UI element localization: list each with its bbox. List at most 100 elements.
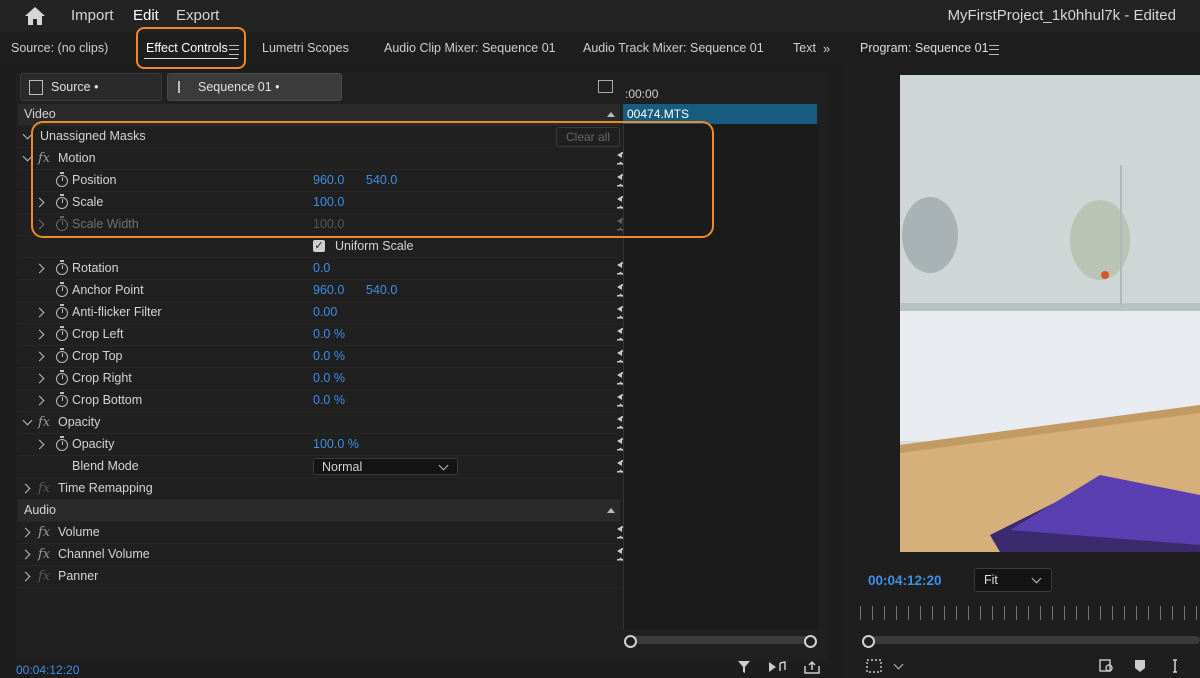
current-timecode[interactable]: 00:04:12:20 <box>16 663 79 677</box>
anchor-y-value[interactable]: 540.0 <box>366 280 397 301</box>
stopwatch-icon[interactable] <box>56 260 68 275</box>
collapse-up-icon[interactable] <box>607 112 615 117</box>
fx-icon[interactable]: fx <box>38 544 50 565</box>
timeline-ruler-time: :00:00 <box>625 87 659 101</box>
crop-top-value[interactable]: 0.0 % <box>313 346 345 367</box>
zoom-icon[interactable] <box>1099 659 1115 673</box>
opacity-value[interactable]: 100.0 % <box>313 434 359 455</box>
clip-icon <box>29 80 43 95</box>
fit-select[interactable]: Fit <box>974 568 1052 592</box>
chevron-right-icon[interactable] <box>34 351 45 362</box>
stopwatch-icon[interactable] <box>56 326 68 341</box>
chevron-right-icon[interactable] <box>34 395 45 406</box>
fx-icon[interactable]: fx <box>38 412 50 433</box>
anchor-point-label: Anchor Point <box>72 283 144 297</box>
chevron-right-icon[interactable] <box>34 373 45 384</box>
time-remapping-label: Time Remapping <box>58 481 153 495</box>
chevron-right-icon[interactable] <box>20 571 31 582</box>
audio-section-label: Audio <box>24 503 56 517</box>
program-timecode[interactable]: 00:04:12:20 <box>868 573 942 588</box>
home-icon[interactable] <box>24 6 46 26</box>
marker-icon[interactable] <box>1134 659 1146 673</box>
blend-mode-select[interactable]: Normal <box>313 458 458 475</box>
scroll-left-handle[interactable] <box>624 635 637 648</box>
timeline-scrollbar[interactable] <box>628 636 811 644</box>
crop-left-row: Crop Left 0.0 % <box>18 324 633 346</box>
stopwatch-icon[interactable] <box>56 436 68 451</box>
tab-lumetri-scopes[interactable]: Lumetri Scopes <box>262 32 349 64</box>
toggle-timeline-icon[interactable] <box>598 80 613 93</box>
timeline-ruler[interactable]: :00:00 <box>623 84 819 104</box>
anchor-x-value[interactable]: 960.0 <box>313 280 344 301</box>
scroll-right-handle[interactable] <box>804 635 817 648</box>
play-audio-icon[interactable] <box>768 660 788 674</box>
program-video-frame[interactable] <box>900 75 1200 552</box>
rotation-value[interactable]: 0.0 <box>313 258 330 279</box>
chevron-right-icon[interactable] <box>20 527 31 538</box>
program-time-ruler[interactable] <box>860 606 1200 620</box>
chevron-down-icon[interactable] <box>22 415 33 426</box>
stopwatch-icon[interactable] <box>56 392 68 407</box>
audio-section-header: Audio <box>18 500 620 522</box>
project-title: MyFirstProject_1k0hhul7k - Edited <box>947 7 1176 24</box>
rotation-label: Rotation <box>72 261 119 275</box>
antiflicker-value[interactable]: 0.00 <box>313 302 337 323</box>
crop-right-value[interactable]: 0.0 % <box>313 368 345 389</box>
crop-bottom-value[interactable]: 0.0 % <box>313 390 345 411</box>
panner-row: fx Panner <box>18 566 620 588</box>
safe-margins-icon[interactable] <box>866 659 882 673</box>
fx-icon[interactable]: fx <box>38 478 50 499</box>
filter-icon[interactable] <box>737 660 751 674</box>
tab-text[interactable]: Text <box>793 32 816 64</box>
opacity-effect-row: fx Opacity <box>18 412 633 434</box>
fx-icon[interactable]: fx <box>38 522 50 543</box>
tab-source[interactable]: Source: (no clips) <box>11 32 108 64</box>
sequence-icon <box>178 81 194 93</box>
uniform-scale-checkbox[interactable]: ✓ <box>313 240 325 252</box>
opacity-effect-label: Opacity <box>58 415 101 429</box>
crop-bottom-row: Crop Bottom 0.0 % <box>18 390 633 412</box>
program-zoom-scrollbar[interactable] <box>866 636 1200 644</box>
crop-left-value[interactable]: 0.0 % <box>313 324 345 345</box>
volume-row: fx Volume <box>18 522 633 544</box>
crop-top-label: Crop Top <box>72 349 123 363</box>
channel-volume-label: Channel Volume <box>58 547 150 561</box>
tab-audio-track-mixer[interactable]: Audio Track Mixer: Sequence 01 <box>583 32 764 64</box>
overflow-tabs-icon[interactable]: » <box>823 41 830 56</box>
time-remapping-row: fx Time Remapping <box>18 478 620 500</box>
chevron-right-icon[interactable] <box>20 549 31 560</box>
chevron-right-icon[interactable] <box>34 329 45 340</box>
crop-right-label: Crop Right <box>72 371 132 385</box>
collapse-up-icon[interactable] <box>607 508 615 513</box>
crop-top-row: Crop Top 0.0 % <box>18 346 633 368</box>
chevron-right-icon[interactable] <box>34 439 45 450</box>
stopwatch-icon[interactable] <box>56 304 68 319</box>
sequence-clip-tab[interactable]: Sequence 01 • 00474.MTS <box>167 73 342 120</box>
source-clip-tab[interactable]: Source • 00474.MTS <box>20 73 162 120</box>
program-menu-icon[interactable] <box>989 45 999 55</box>
crop-left-label: Crop Left <box>72 327 124 341</box>
channel-volume-row: fx Channel Volume <box>18 544 633 566</box>
fx-icon[interactable]: fx <box>38 566 50 587</box>
mark-in-icon[interactable] <box>1170 659 1180 673</box>
stopwatch-icon[interactable] <box>56 370 68 385</box>
chevron-right-icon[interactable] <box>34 263 45 274</box>
blend-mode-value: Normal <box>322 460 363 474</box>
uniform-scale-label: Uniform Scale <box>335 239 414 253</box>
anchor-point-row: Anchor Point 960.0 540.0 <box>18 280 633 302</box>
opacity-label: Opacity <box>72 437 115 451</box>
menu-import[interactable]: Import <box>71 0 114 32</box>
antiflicker-row: Anti-flicker Filter 0.00 <box>18 302 633 324</box>
program-scroll-handle[interactable] <box>862 635 875 648</box>
rotation-row: Rotation 0.0 <box>18 258 633 280</box>
crop-bottom-label: Crop Bottom <box>72 393 143 407</box>
effect-controls-tab-highlight <box>136 27 246 69</box>
chevron-right-icon[interactable] <box>20 483 31 494</box>
stopwatch-icon[interactable] <box>56 348 68 363</box>
motion-properties-highlight <box>31 121 714 238</box>
tab-audio-clip-mixer[interactable]: Audio Clip Mixer: Sequence 01 <box>384 32 556 64</box>
blend-mode-row: Blend Mode Normal <box>18 456 633 478</box>
chevron-right-icon[interactable] <box>34 307 45 318</box>
stopwatch-icon[interactable] <box>56 282 68 297</box>
export-icon[interactable] <box>804 660 820 674</box>
